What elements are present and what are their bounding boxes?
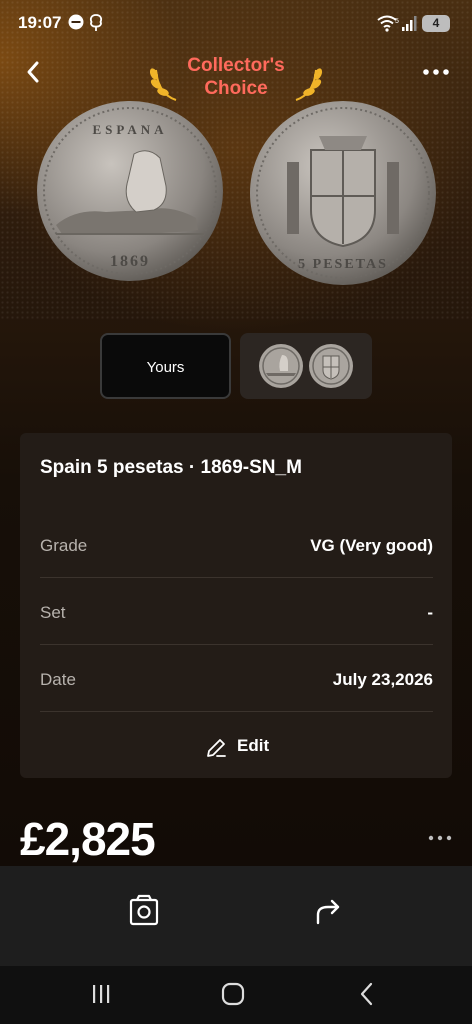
edit-button-label: Edit bbox=[237, 736, 270, 755]
wifi-icon: 5 bbox=[377, 15, 399, 32]
divider bbox=[40, 644, 433, 645]
svg-text:5: 5 bbox=[395, 18, 399, 25]
coin-title: Spain 5 pesetas · 1869-SN_M bbox=[40, 457, 302, 478]
back-icon[interactable] bbox=[352, 979, 382, 1009]
coin-reverse-legend: 5 PESETAS bbox=[298, 257, 388, 272]
pencil-icon bbox=[207, 739, 226, 757]
divider bbox=[40, 711, 433, 712]
detail-row-grade: Grade VG (Very good) bbox=[40, 512, 433, 578]
brand-logo: Collector's Choice bbox=[150, 52, 322, 104]
set-label: Set bbox=[40, 603, 66, 622]
tree-icon bbox=[89, 14, 103, 31]
status-time: 19:07 bbox=[18, 13, 62, 32]
set-value: - bbox=[427, 603, 433, 622]
coin-reverse-thumbnail bbox=[309, 344, 353, 388]
coin-reverse-image[interactable]: 5 PESETAS bbox=[249, 100, 437, 286]
battery-level: 4 bbox=[432, 16, 440, 30]
coin-obverse-year: 1869 bbox=[110, 253, 150, 270]
back-button[interactable] bbox=[20, 58, 48, 86]
detail-row-set: Set - bbox=[40, 579, 433, 645]
minus-circle-icon bbox=[68, 14, 84, 30]
laurel-right-icon bbox=[295, 68, 322, 101]
date-label: Date bbox=[40, 670, 76, 689]
grade-value: VG (Very good) bbox=[310, 536, 433, 555]
coin-obverse-legend: ESPANA bbox=[92, 122, 167, 137]
signal-icon bbox=[402, 16, 417, 31]
battery-icon: 4 bbox=[422, 15, 450, 32]
coin-details-card: Spain 5 pesetas · 1869-SN_M Grade VG (Ve… bbox=[20, 433, 452, 778]
grade-label: Grade bbox=[40, 536, 88, 555]
status-bar: 19:07 5 4 bbox=[0, 0, 472, 48]
coin-obverse-image[interactable]: ESPANA 1869 bbox=[36, 100, 224, 282]
edit-button[interactable]: Edit bbox=[200, 733, 280, 761]
recent-apps-icon[interactable] bbox=[86, 979, 116, 1009]
more-options-button[interactable] bbox=[420, 60, 452, 84]
date-value: July 23,2026 bbox=[332, 670, 433, 689]
share-icon[interactable] bbox=[310, 893, 346, 929]
coin-obverse-thumbnail bbox=[259, 344, 303, 388]
home-icon[interactable] bbox=[218, 979, 248, 1009]
view-toggle-catalog[interactable] bbox=[240, 333, 372, 399]
bottom-action-bar bbox=[0, 866, 472, 966]
detail-row-date: Date July 23,2026 bbox=[40, 646, 433, 712]
photo-icon[interactable] bbox=[126, 893, 162, 929]
divider bbox=[40, 577, 433, 578]
coin-price: £2,825 bbox=[20, 813, 156, 865]
view-toggle-yours-label: Yours bbox=[146, 359, 185, 376]
view-toggle-yours[interactable]: Yours bbox=[100, 333, 231, 399]
price-more-button[interactable] bbox=[426, 828, 454, 848]
system-nav-bar bbox=[0, 966, 472, 1024]
